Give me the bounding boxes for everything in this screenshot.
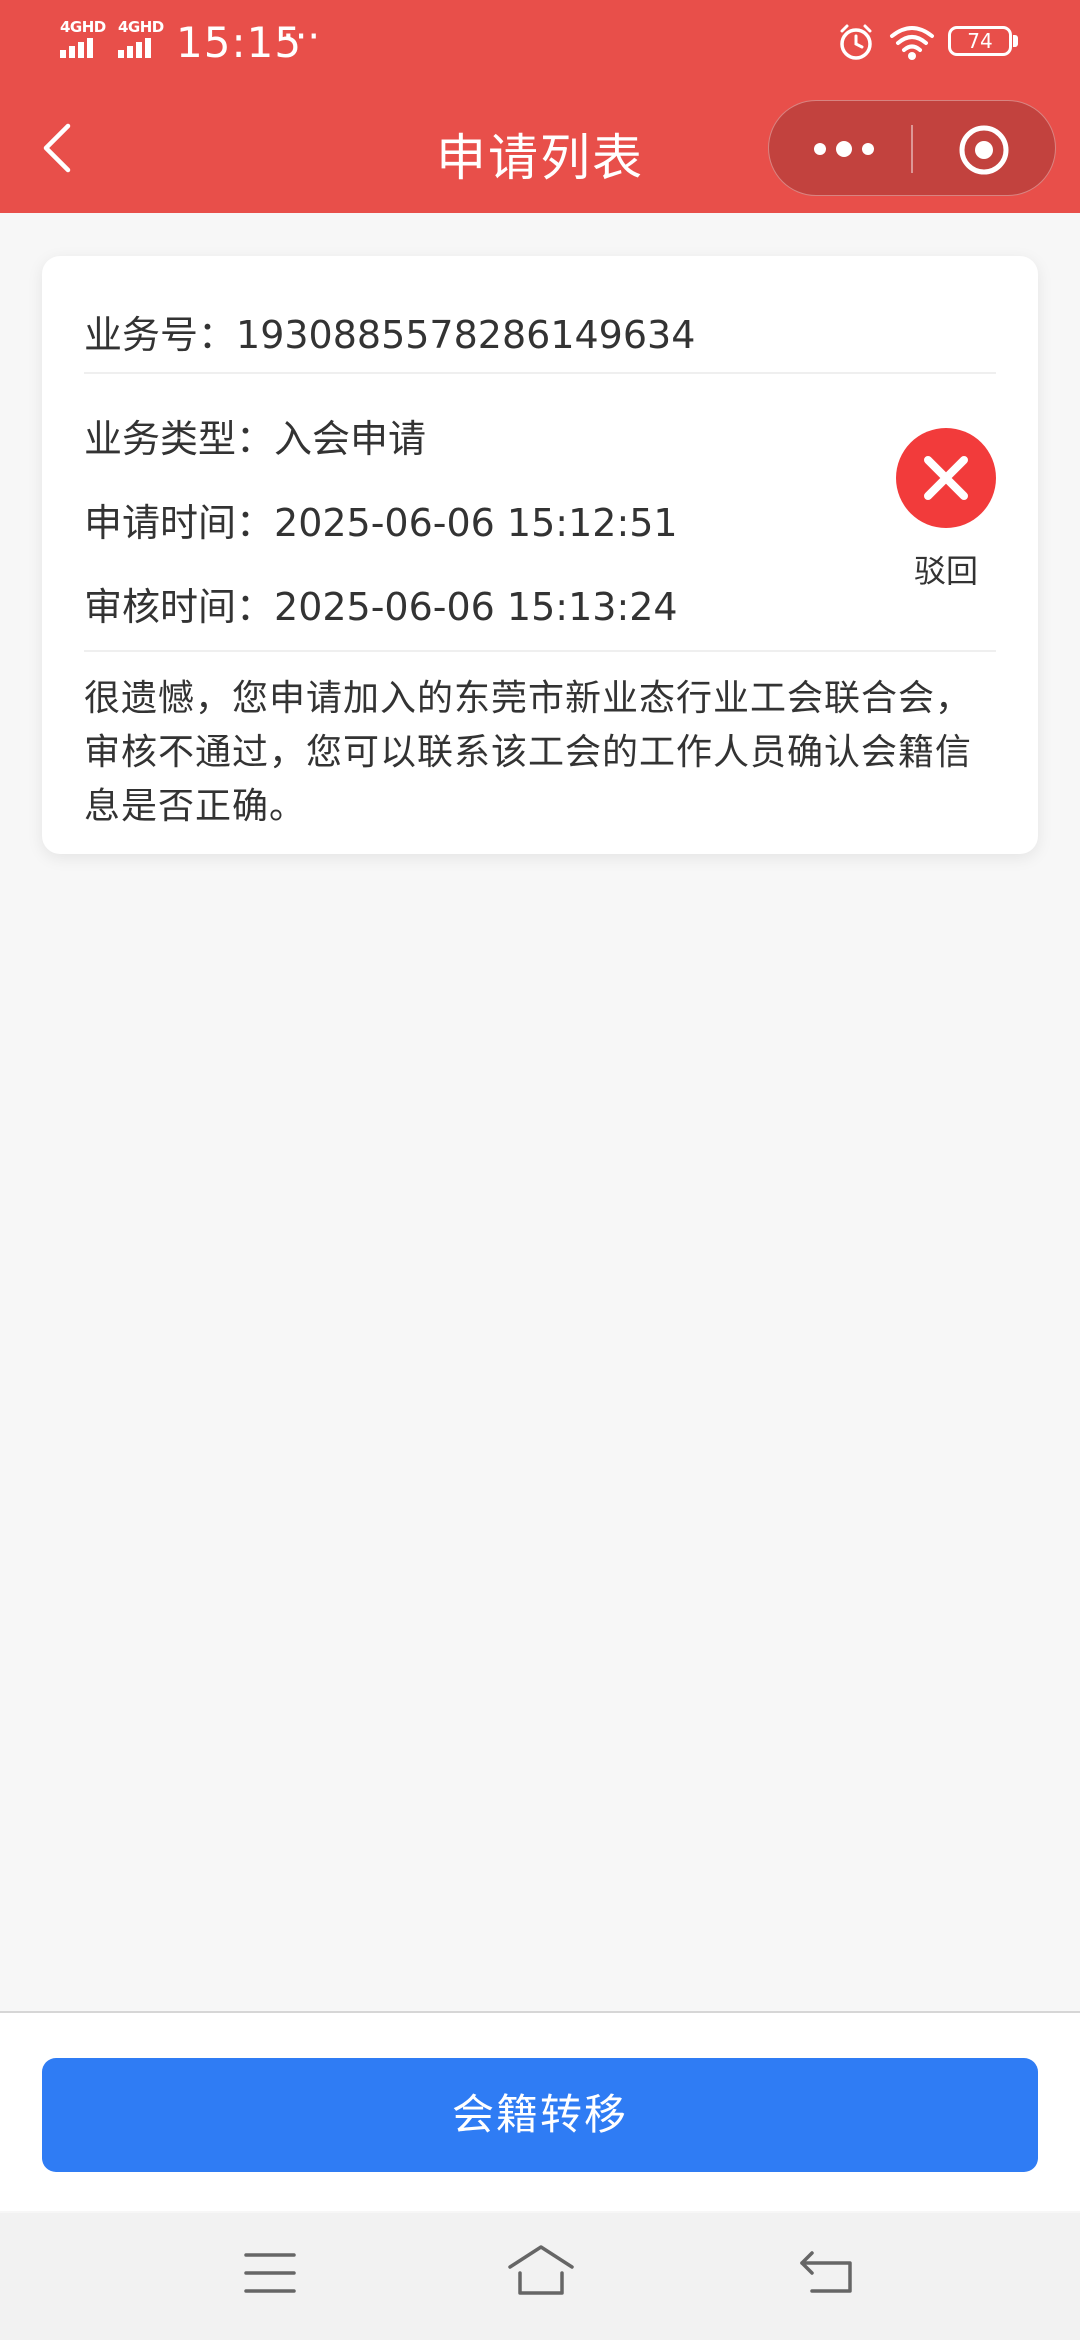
network-type-label: 4GHD [60, 18, 106, 36]
more-options-icon[interactable] [809, 131, 879, 167]
status-more-indicator: ··· [282, 14, 321, 60]
apply-time-label: 申请时间： [84, 501, 275, 545]
application-card[interactable]: 业务号：1930885578286149634 业务类型：入会申请 申请时间：2… [42, 256, 1038, 854]
divider [84, 372, 996, 374]
menu-icon[interactable] [244, 2251, 296, 2295]
battery-icon: 74 [948, 22, 1020, 58]
signal-icon: 4GHD [116, 18, 166, 58]
alarm-icon [840, 24, 872, 60]
business-type: 业务类型：入会申请 [84, 408, 426, 463]
mini-program-capsule [768, 100, 1056, 196]
system-nav-bar [0, 2213, 1080, 2340]
battery-level: 74 [948, 26, 1012, 56]
nav-back-icon[interactable] [796, 2247, 856, 2297]
apply-time-value: 2025-06-06 15:12:51 [274, 501, 678, 545]
bottom-action-bar: 会籍转移 [0, 2011, 1080, 2211]
business-number: 业务号：1930885578286149634 [84, 304, 695, 359]
divider [84, 650, 996, 652]
review-time-value: 2025-06-06 15:13:24 [274, 585, 678, 629]
close-mini-program-icon[interactable] [957, 123, 1011, 177]
membership-transfer-button[interactable]: 会籍转移 [42, 2058, 1038, 2172]
review-time: 审核时间：2025-06-06 15:13:24 [84, 576, 678, 631]
network-type-label: 4GHD [118, 18, 164, 36]
result-message: 很遗憾，您申请加入的东莞市新业态行业工会联合会，审核不通过，您可以联系该工会的工… [84, 678, 973, 827]
business-type-value: 入会申请 [274, 417, 427, 461]
status-label: 驳回 [913, 552, 978, 590]
capsule-divider [911, 125, 913, 173]
status-bar: 4GHD 4GHD 15:15 ··· 74 [0, 0, 1080, 84]
rejected-icon [896, 428, 996, 528]
review-time-label: 审核时间： [84, 585, 275, 629]
home-icon[interactable] [506, 2243, 576, 2299]
business-number-value: 1930885578286149634 [236, 313, 696, 357]
app-header: 4GHD 4GHD 15:15 ··· 74 申请列表 [0, 0, 1080, 213]
wifi-icon [890, 26, 934, 60]
business-type-label: 业务类型： [84, 417, 275, 461]
apply-time: 申请时间：2025-06-06 15:12:51 [84, 492, 678, 547]
business-number-label: 业务号： [84, 313, 237, 357]
signal-icon: 4GHD [58, 18, 108, 58]
